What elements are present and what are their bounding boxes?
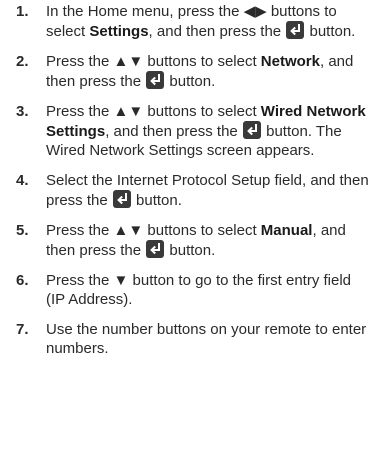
step-text: In the Home menu, press the ◀▶ buttons t… xyxy=(46,2,372,41)
instruction-steps-list: 1. In the Home menu, press the ◀▶ buttons… xyxy=(0,0,383,358)
step-number: 4. xyxy=(16,172,29,189)
step-text-segment: button. xyxy=(131,192,182,209)
step-item: 1. In the Home menu, press the ◀▶ buttons… xyxy=(0,2,383,41)
step-text-segment: Select the Internet Protocol Setup field… xyxy=(46,172,369,209)
enter-button-icon xyxy=(286,21,305,39)
step-text-segment: Press the ▲▼ buttons to select xyxy=(46,103,261,120)
step-text: Press the ▲▼ buttons to select Network, … xyxy=(46,52,372,91)
step-item: 6. Press the ▼ button to go to the first … xyxy=(0,271,383,309)
step-text: Press the ▼ button to go to the first en… xyxy=(46,271,372,309)
step-text-segment: , and then press the xyxy=(105,123,242,140)
step-text: Select the Internet Protocol Setup field… xyxy=(46,171,372,210)
step-text-segment: Press the ▲▼ buttons to select xyxy=(46,222,261,239)
step-item: 2. Press the ▲▼ buttons to select Network… xyxy=(0,52,383,91)
step-item: 4. Select the Internet Protocol Setup fie… xyxy=(0,171,383,210)
step-number: 6. xyxy=(16,272,29,289)
step-text-segment: button. xyxy=(305,23,356,40)
step-text: Press the ▲▼ buttons to select Wired Net… xyxy=(46,102,372,160)
step-number: 1. xyxy=(16,3,29,20)
enter-button-icon xyxy=(146,71,165,89)
step-text-segment: button. xyxy=(165,73,216,90)
step-text-segment: Press the ▲▼ buttons to select xyxy=(46,53,261,70)
step-text-segment: , and then press the xyxy=(148,23,286,40)
enter-button-icon xyxy=(242,121,261,139)
menu-option-label: Network xyxy=(260,53,320,70)
step-item: 5. Press the ▲▼ buttons to select Manual,… xyxy=(0,221,383,260)
menu-option-label: Settings xyxy=(89,23,149,40)
enter-button-icon xyxy=(112,190,131,208)
menu-option-label: Manual xyxy=(260,222,313,239)
step-text-segment: button. xyxy=(165,242,216,259)
step-text: Press the ▲▼ buttons to select Manual, a… xyxy=(46,221,372,260)
step-number: 7. xyxy=(16,321,29,338)
step-text-segment: Press the ▼ button to go to the first en… xyxy=(46,272,352,308)
step-text-segment: Use the number buttons on your remote to… xyxy=(46,321,367,357)
step-number: 2. xyxy=(16,53,29,70)
step-item: 3. Press the ▲▼ buttons to select Wired N… xyxy=(0,102,383,160)
enter-button-icon xyxy=(146,240,165,258)
step-number: 3. xyxy=(16,103,29,120)
step-text: Use the number buttons on your remote to… xyxy=(46,320,372,358)
step-item: 7. Use the number buttons on your remote … xyxy=(0,320,383,358)
step-number: 5. xyxy=(16,222,29,239)
